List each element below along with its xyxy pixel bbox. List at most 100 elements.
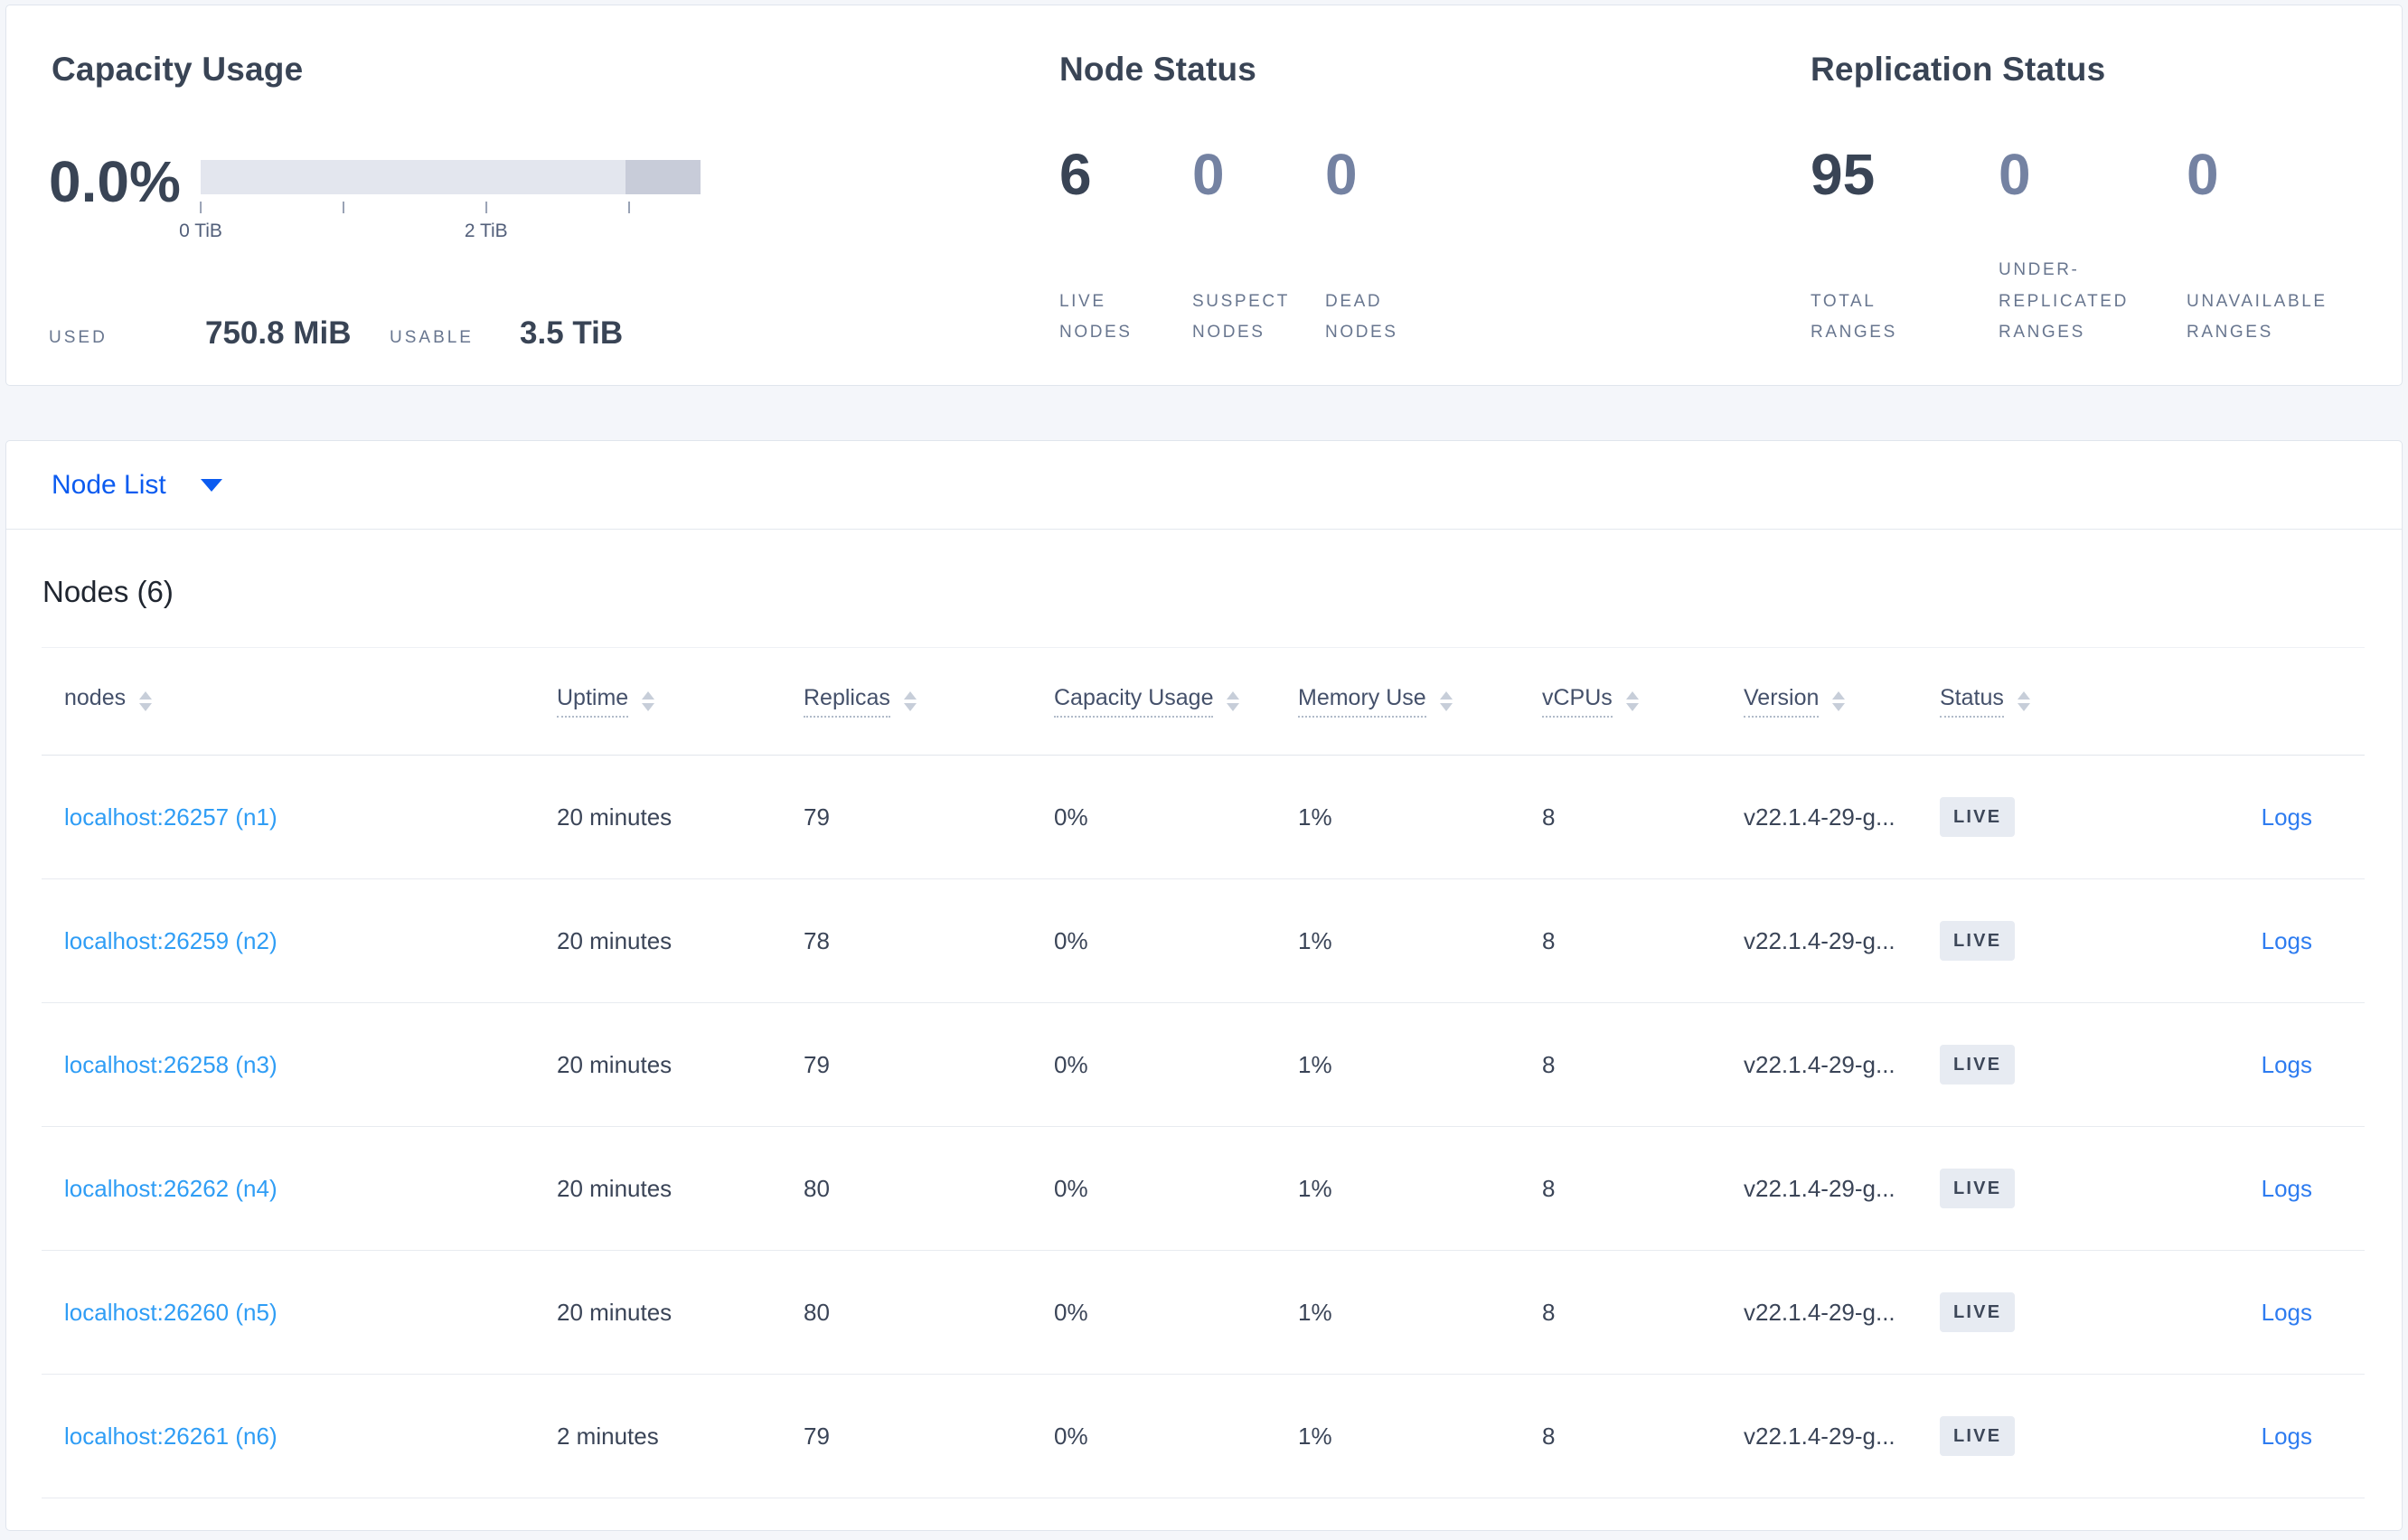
table-row: localhost:26262 (n4) 20 minutes 80 0% 1%… [42, 1127, 2365, 1251]
column-header-label[interactable]: vCPUs [1542, 685, 1613, 718]
memory-use-cell: 1% [1298, 803, 1332, 831]
capacity-bar-axis: 0 TiB 2 TiB [179, 202, 701, 256]
sort-down-arrow-icon [139, 703, 153, 711]
stat-value: 0 [1192, 142, 1225, 207]
sort-up-arrow-icon [139, 691, 153, 700]
capacity-usage-cell: 0% [1054, 1298, 1088, 1326]
column-header[interactable]: Uptime [557, 685, 804, 718]
sort-icon [1832, 691, 1846, 711]
column-header-label[interactable]: nodes [64, 685, 126, 718]
node-status-stat: 0 SUSPECT NODES [1192, 146, 1325, 348]
status-cell: LIVE [1940, 1292, 2175, 1332]
version-cell: v22.1.4-29-g... [1744, 1298, 1895, 1326]
node-link[interactable]: localhost:26257 (n1) [64, 803, 277, 831]
uptime-cell: 20 minutes [557, 803, 673, 831]
logs-cell: Logs [2175, 1175, 2365, 1203]
node-status-title: Node Status [1059, 51, 1257, 88]
logs-link[interactable]: Logs [2262, 1175, 2312, 1202]
sort-icon [903, 691, 917, 711]
replication-stat: 95 TOTAL RANGES [1811, 146, 1999, 348]
status-cell: LIVE [1940, 797, 2175, 837]
column-header[interactable]: Status [1940, 685, 2175, 718]
capacity-usage-cell: 0% [1054, 926, 1088, 954]
status-cell: LIVE [1940, 1416, 2175, 1456]
vcpus-cell: 8 [1542, 1174, 1556, 1202]
memory-use-cell: 1% [1298, 1422, 1332, 1450]
sort-down-arrow-icon [642, 703, 655, 711]
tick-mark [484, 202, 487, 213]
column-header[interactable]: Replicas [804, 685, 1054, 718]
logs-cell: Logs [2175, 1051, 2365, 1079]
column-header[interactable]: nodes [42, 685, 557, 718]
sort-down-arrow-icon [1227, 703, 1240, 711]
stat-label: SUSPECT NODES [1192, 291, 1290, 342]
node-link[interactable]: localhost:26260 (n5) [64, 1299, 277, 1326]
column-header-label[interactable]: Capacity Usage [1054, 685, 1214, 718]
node-cell: localhost:26261 (n6) [42, 1423, 557, 1451]
version-cell: v22.1.4-29-g... [1744, 803, 1895, 831]
capacity-bar-segment [626, 160, 701, 194]
sort-down-arrow-icon [903, 703, 917, 711]
stat-label: DEAD NODES [1325, 291, 1398, 342]
node-link[interactable]: localhost:26259 (n2) [64, 927, 277, 954]
logs-link[interactable]: Logs [2262, 1051, 2312, 1078]
logs-link[interactable]: Logs [2262, 1423, 2312, 1450]
column-header-label[interactable]: Status [1940, 685, 2004, 718]
status-badge: LIVE [1940, 1416, 2016, 1456]
sort-down-arrow-icon [1439, 703, 1453, 711]
replicas-cell: 79 [804, 1422, 830, 1450]
replication-stat: 0 UNAVAILABLE RANGES [2187, 146, 2375, 348]
sort-icon [139, 691, 153, 711]
column-header[interactable]: Capacity Usage [1054, 685, 1298, 718]
column-header[interactable]: Version [1744, 685, 1940, 718]
axis-tick: 2 TiB [465, 202, 508, 242]
table-row: localhost:26258 (n3) 20 minutes 79 0% 1%… [42, 1003, 2365, 1127]
node-list-card: Node List Nodes (6) nodes Uptime Replica… [5, 440, 2403, 1531]
tick-mark [343, 202, 345, 213]
node-list-dropdown[interactable]: Node List [52, 470, 222, 501]
logs-cell: Logs [2175, 1423, 2365, 1451]
node-link[interactable]: localhost:26262 (n4) [64, 1175, 277, 1202]
nodes-table-header-row: nodes Uptime Replicas Capacity Usage Mem… [42, 647, 2365, 756]
logs-link[interactable]: Logs [2262, 1299, 2312, 1326]
replicas-cell: 80 [804, 1174, 830, 1202]
status-cell: LIVE [1940, 1045, 2175, 1085]
node-link[interactable]: localhost:26261 (n6) [64, 1423, 277, 1450]
node-list-dropdown-label: Node List [52, 469, 166, 500]
view-selector-bar: Node List [6, 441, 2402, 530]
nodes-table: nodes Uptime Replicas Capacity Usage Mem… [42, 647, 2365, 1498]
vcpus-cell: 8 [1542, 926, 1556, 954]
column-header-label[interactable]: Uptime [557, 685, 629, 718]
sort-up-arrow-icon [1439, 691, 1453, 700]
uptime-cell: 2 minutes [557, 1422, 659, 1450]
uptime-cell: 20 minutes [557, 926, 673, 954]
sort-down-arrow-icon [1625, 703, 1639, 711]
column-header[interactable]: Memory Use [1298, 685, 1542, 718]
used-value: 750.8 MiB [205, 315, 352, 351]
usable-label: USABLE [390, 328, 474, 347]
capacity-usage-cell: 0% [1054, 1422, 1088, 1450]
sort-up-arrow-icon [2017, 691, 2030, 700]
column-header-label[interactable]: Memory Use [1298, 685, 1426, 718]
node-status-stats: 6 LIVE NODES 0 SUSPECT NODES 0 DEAD NODE… [1059, 146, 1458, 348]
version-cell: v22.1.4-29-g... [1744, 1422, 1895, 1450]
node-status-stat: 6 LIVE NODES [1059, 146, 1192, 348]
vcpus-cell: 8 [1542, 803, 1556, 831]
table-row: localhost:26259 (n2) 20 minutes 78 0% 1%… [42, 879, 2365, 1003]
logs-cell: Logs [2175, 927, 2365, 955]
logs-link[interactable]: Logs [2262, 803, 2312, 831]
tick-label: 2 TiB [464, 221, 508, 241]
used-label: USED [49, 328, 108, 347]
vcpus-cell: 8 [1542, 1422, 1556, 1450]
node-link[interactable]: localhost:26258 (n3) [64, 1051, 277, 1078]
replication-stat: 0 UNDER- REPLICATED RANGES [1999, 146, 2187, 348]
axis-tick [627, 202, 630, 221]
column-header-label[interactable]: Version [1744, 685, 1820, 718]
column-header-label[interactable]: Replicas [804, 685, 890, 718]
logs-link[interactable]: Logs [2262, 927, 2312, 954]
logs-cell: Logs [2175, 803, 2365, 831]
column-header[interactable]: vCPUs [1542, 685, 1744, 718]
capacity-used-percent: 0.0% [49, 149, 181, 214]
version-cell: v22.1.4-29-g... [1744, 1050, 1895, 1078]
sort-icon [1439, 691, 1453, 711]
